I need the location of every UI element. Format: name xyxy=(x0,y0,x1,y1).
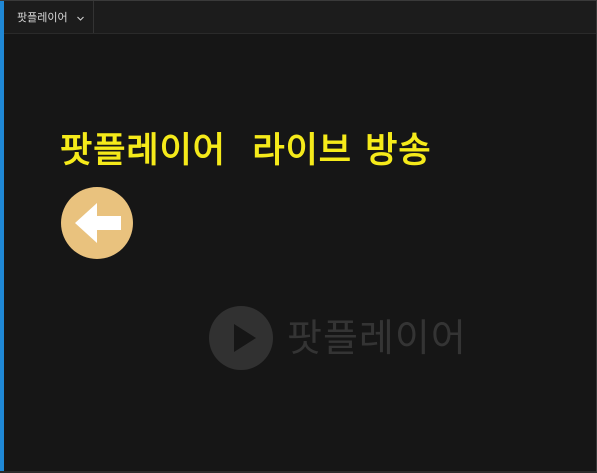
tab-potplayer[interactable]: 팟플레이어 xyxy=(8,1,94,33)
live-broadcast-title: 팟플레이어 라이브 방송 xyxy=(60,131,432,171)
tab-bar: 팟플레이어 xyxy=(4,1,596,34)
player-window: 팟플레이어 팟플레이어 라이브 방송 팟플레이어 xyxy=(0,0,597,473)
tab-label: 팟플레이어 xyxy=(17,11,68,24)
play-icon xyxy=(209,306,273,370)
potplayer-watermark: 팟플레이어 xyxy=(209,306,467,370)
arrow-left-icon xyxy=(75,203,121,243)
window-accent-edge xyxy=(0,1,4,471)
chevron-down-icon[interactable] xyxy=(76,13,85,22)
watermark-text: 팟플레이어 xyxy=(287,316,467,360)
back-button[interactable] xyxy=(61,187,133,259)
